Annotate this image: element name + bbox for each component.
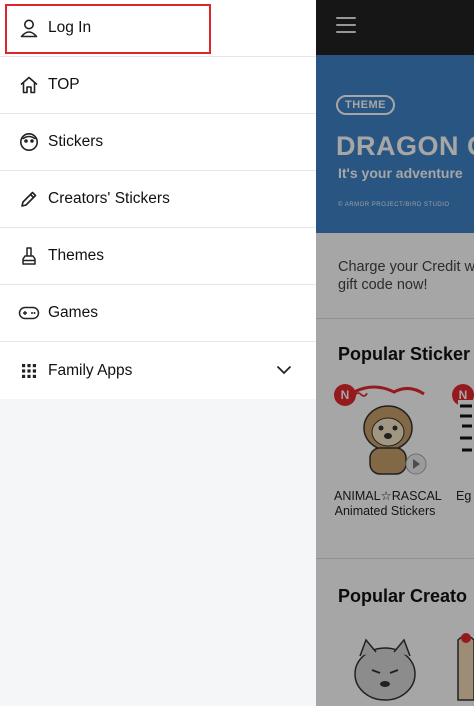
home-icon [18,74,40,96]
menu-item-creators-stickers[interactable]: Creators' Stickers [0,171,316,228]
login-highlight-box [5,4,211,54]
menu-label: Creators' Stickers [48,190,170,207]
brush-icon [18,245,40,267]
side-drawer: Log In TOP Stickers Creators' Stickers T [0,0,316,706]
menu-item-top[interactable]: TOP [0,57,316,114]
menu-label: Games [48,304,98,321]
menu-item-games[interactable]: Games [0,285,316,342]
grid-icon [18,360,40,382]
menu-item-family-apps[interactable]: Family Apps [0,342,316,399]
menu-label: TOP [48,76,80,93]
menu-label: Themes [48,247,104,264]
sticker-face-icon [18,131,40,153]
menu-item-login[interactable]: Log In [0,0,316,57]
pencil-icon [18,188,40,210]
gamepad-icon [18,302,40,324]
chevron-down-icon[interactable] [276,362,292,380]
menu-item-stickers[interactable]: Stickers [0,114,316,171]
menu-item-themes[interactable]: Themes [0,228,316,285]
menu-label: Family Apps [48,361,133,379]
drawer-menu: Log In TOP Stickers Creators' Stickers T [0,0,316,399]
menu-label: Stickers [48,133,104,150]
